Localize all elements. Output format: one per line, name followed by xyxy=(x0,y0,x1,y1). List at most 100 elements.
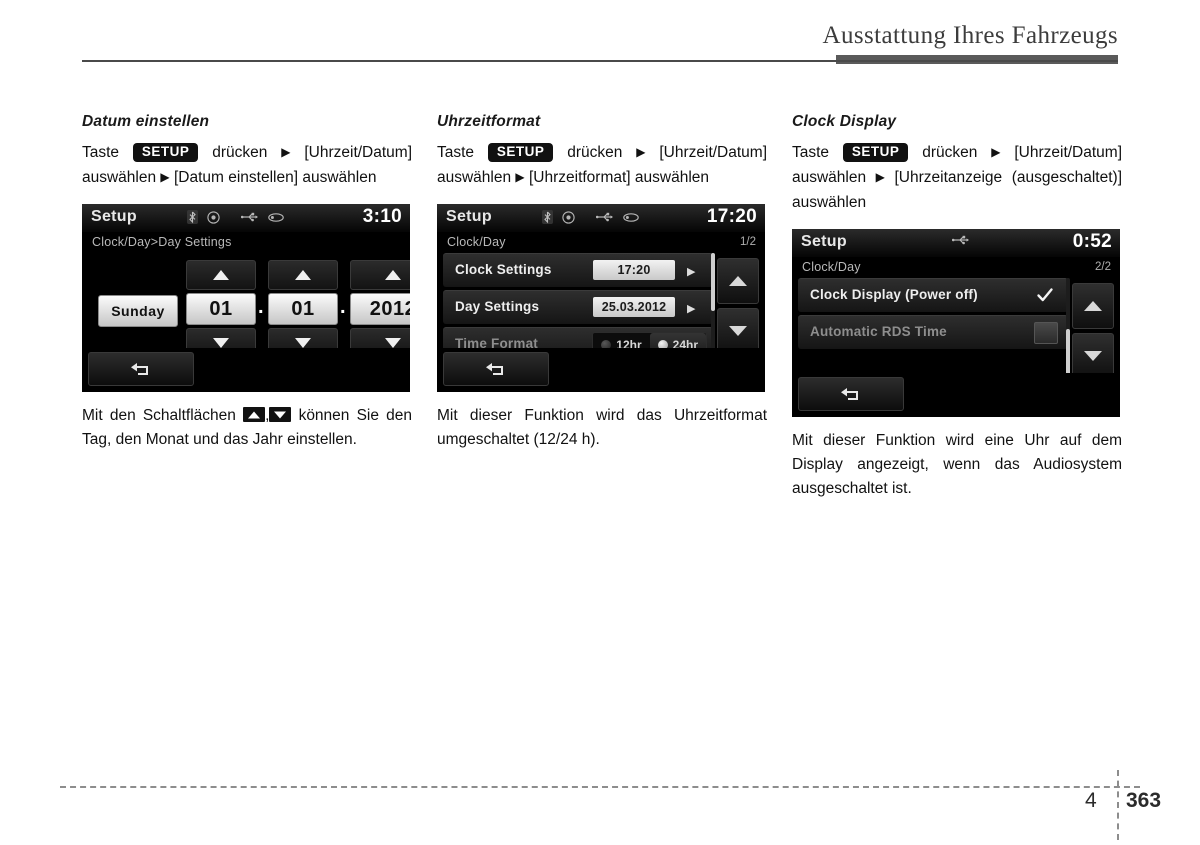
setup-button-badge: SETUP xyxy=(842,143,909,162)
section-caption: Mit dieser Funktion wird das Uhrzeitform… xyxy=(437,407,767,448)
day-settings-value[interactable]: 25.03.2012 xyxy=(593,297,675,317)
screen-statusbar: Setup xyxy=(437,204,765,232)
screen-status-icons xyxy=(187,210,284,224)
date-separator-1: . xyxy=(258,296,264,318)
day-value[interactable]: 01 xyxy=(186,293,256,325)
step-word-druecken: drücken xyxy=(567,144,623,161)
section-datum-einstellen: Datum einstellen Taste SETUP drücken ▶ [… xyxy=(82,113,412,452)
month-value[interactable]: 01 xyxy=(268,293,338,325)
device-screen-clock-display: Setup 0:52 Clock/Day 2/2 Clock Display (… xyxy=(792,229,1120,417)
step-select-uhrzeitanzeige: [Uhrzeitanzeige xyxy=(894,169,1003,186)
section-title: Datum einstellen xyxy=(82,113,210,130)
list-item-clock-settings[interactable]: Clock Settings 17:20 ▶ xyxy=(443,253,713,287)
footer-divider xyxy=(60,786,1140,788)
manual-page: Ausstattung Ihres Fahrzeugs Datum einste… xyxy=(0,0,1200,845)
usb-icon xyxy=(596,212,613,222)
back-arrow-icon xyxy=(841,388,858,400)
disc-icon xyxy=(562,210,575,224)
arrow-right-icon: ▶ xyxy=(160,170,170,184)
back-button[interactable] xyxy=(798,377,904,411)
arrow-up-button-icon xyxy=(243,407,266,422)
step-word-taste: Taste xyxy=(437,144,475,161)
bluetooth-icon xyxy=(187,210,198,224)
section-steps: Taste SETUP drücken ▶ [Uhrzeit/Datum] au… xyxy=(792,140,1122,215)
day-of-week-value: Sunday xyxy=(98,295,178,327)
row-label: Clock Settings xyxy=(455,262,552,277)
back-arrow-icon xyxy=(131,363,148,375)
page-title: Ausstattung Ihres Fahrzeugs xyxy=(822,22,1118,49)
day-of-week-field: Sunday xyxy=(98,292,178,330)
back-arrow-icon xyxy=(486,363,503,375)
scroll-up-button[interactable] xyxy=(717,258,759,304)
list-item-clock-display[interactable]: Clock Display (Power off) xyxy=(798,278,1068,312)
section-caption: Mit den Schaltflächen , können Sie den T… xyxy=(82,404,412,452)
screen-status-icons xyxy=(952,235,970,245)
step-select-uhrzeit-datum: [Uhrzeit/Datum] xyxy=(1014,144,1123,161)
section-caption: Mit dieser Funktion wird eine Uhr auf de… xyxy=(792,432,1122,497)
date-separator-2: . xyxy=(340,296,346,318)
arrow-right-icon: ▶ xyxy=(636,145,646,159)
device-screen-clock-day: Setup 17:20 Clock/Day 1/2 Clock Settings… xyxy=(437,204,765,392)
scrollbar-thumb[interactable] xyxy=(711,253,715,311)
step-word-taste: Taste xyxy=(82,144,120,161)
scroll-up-button[interactable] xyxy=(1072,283,1114,329)
aux-icon xyxy=(623,212,639,222)
year-value[interactable]: 2012 xyxy=(350,293,410,325)
clock-settings-value[interactable]: 17:20 xyxy=(593,260,675,280)
bluetooth-icon xyxy=(542,210,553,224)
screen-breadcrumb: Clock/Day>Day Settings xyxy=(92,235,232,249)
row-label: Automatic RDS Time xyxy=(810,324,947,339)
year-increment-button[interactable] xyxy=(350,260,410,290)
screen-breadcrumb: Clock/Day xyxy=(447,235,506,249)
screen-page-index: 1/2 xyxy=(740,236,756,248)
usb-icon xyxy=(241,212,258,222)
row-label: Day Settings xyxy=(455,299,540,314)
screen-title: Setup xyxy=(801,233,847,250)
section-clock-display: Clock Display Taste SETUP drücken ▶ [Uhr… xyxy=(792,113,1122,501)
back-button[interactable] xyxy=(443,352,549,386)
header-rule xyxy=(82,60,1118,62)
device-screen-day-settings: Setup 3:10 Clock/Day>Day Settings Sunday… xyxy=(82,204,410,392)
day-increment-button[interactable] xyxy=(186,260,256,290)
caption-text-a: Mit den Schaltflächen xyxy=(82,407,236,424)
screen-statusbar: Setup xyxy=(82,204,410,232)
month-increment-button[interactable] xyxy=(268,260,338,290)
arrow-right-icon: ▶ xyxy=(875,170,885,184)
step-word-auswaehlen-1: auswählen xyxy=(792,169,867,186)
chevron-right-icon: ▶ xyxy=(687,266,696,278)
step-word-druecken: drücken xyxy=(212,144,268,161)
disc-icon xyxy=(207,210,220,224)
checkbox-unchecked-icon[interactable] xyxy=(1034,322,1058,344)
aux-icon xyxy=(268,212,284,222)
step-select-datum-einstellen: [Datum einstellen] auswählen xyxy=(173,169,377,186)
list-item-automatic-rds-time[interactable]: Automatic RDS Time xyxy=(798,315,1068,349)
year-stepper: 2012 xyxy=(350,260,410,358)
section-uhrzeitformat: Uhrzeitformat Taste SETUP drücken ▶ [Uhr… xyxy=(437,113,767,452)
arrow-right-icon: ▶ xyxy=(515,170,525,184)
step-word-auswaehlen-2: auswählen xyxy=(792,194,867,211)
screen-clock: 3:10 xyxy=(362,206,402,227)
step-select-uhrzeitformat: [Uhrzeitformat] auswählen xyxy=(528,169,710,186)
arrow-right-icon: ▶ xyxy=(281,145,291,159)
chapter-number: 4 xyxy=(1085,789,1097,812)
footer-vertical-divider xyxy=(1117,770,1119,840)
usb-icon xyxy=(952,235,969,245)
screen-title: Setup xyxy=(91,208,137,225)
step-word-druecken: drücken xyxy=(922,144,978,161)
chevron-right-icon: ▶ xyxy=(687,303,696,315)
back-button[interactable] xyxy=(88,352,194,386)
screen-title: Setup xyxy=(446,208,492,225)
setup-button-badge: SETUP xyxy=(132,143,199,162)
step-word-taste: Taste xyxy=(792,144,830,161)
screen-breadcrumb: Clock/Day xyxy=(802,260,861,274)
list-item-day-settings[interactable]: Day Settings 25.03.2012 ▶ xyxy=(443,290,713,324)
day-stepper: 01 xyxy=(186,260,256,358)
check-icon xyxy=(1037,288,1053,302)
screen-clock: 0:52 xyxy=(1072,231,1112,252)
setup-button-badge: SETUP xyxy=(487,143,554,162)
screen-status-icons xyxy=(542,210,639,224)
section-steps: Taste SETUP drücken ▶ [Uhrzeit/Datum] au… xyxy=(437,140,767,190)
section-title: Uhrzeitformat xyxy=(437,113,541,130)
month-stepper: 01 xyxy=(268,260,338,358)
row-label: Clock Display (Power off) xyxy=(810,287,978,302)
